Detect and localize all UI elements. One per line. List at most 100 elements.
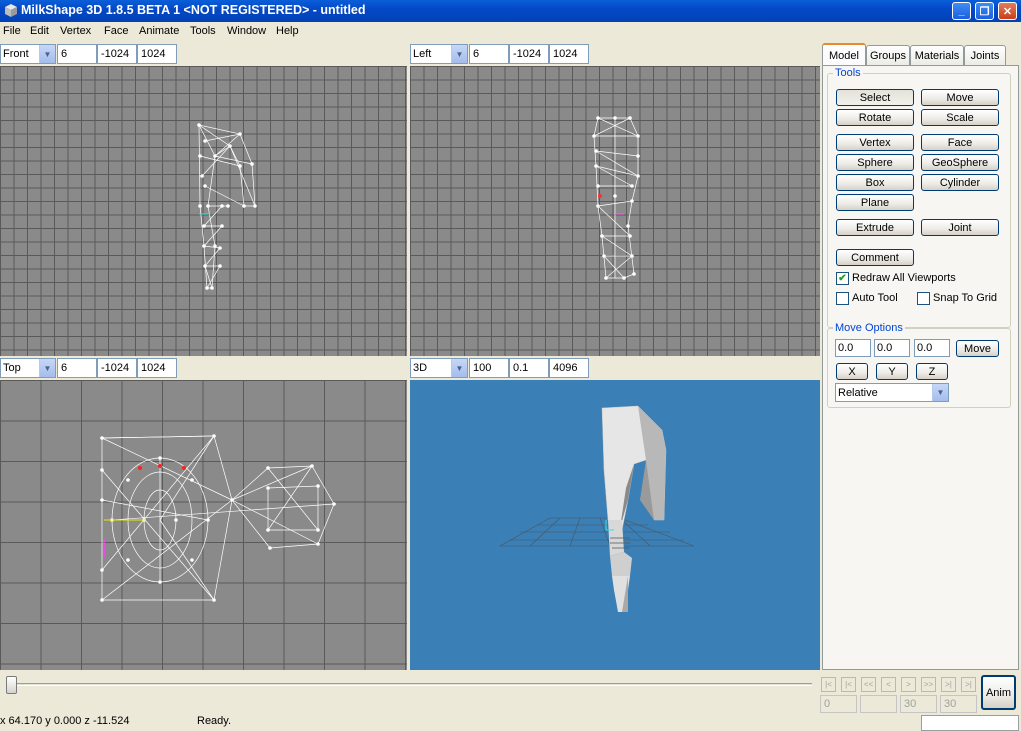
tab-joints[interactable]: Joints <box>964 45 1006 65</box>
axis-z-toggle[interactable]: Z <box>916 363 948 380</box>
timeline-track[interactable] <box>6 683 812 686</box>
checkmark-icon: ✔ <box>838 273 847 284</box>
menu-edit[interactable]: Edit <box>30 25 49 37</box>
milkshape-app-icon <box>5 4 17 17</box>
menu-window[interactable]: Window <box>227 25 266 37</box>
rotate-tool-button[interactable]: Rotate <box>836 109 914 126</box>
move-apply-button[interactable]: Move <box>956 340 999 357</box>
auto-tool-checkbox[interactable] <box>836 292 849 305</box>
move-options-label: Move Options <box>833 322 905 334</box>
top-min-field[interactable]: -1024 <box>97 358 137 378</box>
menu-tools[interactable]: Tools <box>190 25 216 37</box>
end-frame-field[interactable]: 30 <box>900 695 937 713</box>
left-viewport[interactable] <box>410 66 820 356</box>
left-view-select[interactable]: Left ▼ <box>410 44 468 64</box>
front-min-field[interactable]: -1024 <box>97 44 137 64</box>
scale-tool-button[interactable]: Scale <box>921 109 999 126</box>
sphere-tool-button[interactable]: Sphere <box>836 154 914 171</box>
chevron-down-icon: ▼ <box>39 45 55 63</box>
anim-mode-button[interactable]: Anim <box>981 675 1016 710</box>
move-z-field[interactable]: 0.0 <box>914 339 950 357</box>
vertex-tool-button[interactable]: Vertex <box>836 134 914 151</box>
fast-forward-button[interactable]: >> <box>921 677 936 692</box>
left-mesh-wireframe <box>592 116 640 280</box>
skip-end-icon: >| <box>965 680 972 689</box>
next-frame-button[interactable]: > <box>901 677 916 692</box>
top-mesh-wireframe <box>100 434 336 602</box>
3d-viewport[interactable] <box>410 380 820 670</box>
top-viewport[interactable] <box>0 380 407 670</box>
3d-view-value: 3D <box>413 362 428 374</box>
prev-key-icon: |< <box>845 680 852 689</box>
axis-y-toggle[interactable]: Y <box>876 363 908 380</box>
box-tool-button[interactable]: Box <box>836 174 914 191</box>
front-viewport[interactable] <box>0 66 407 356</box>
front-min-value: -1024 <box>101 48 130 60</box>
select-tool-button[interactable]: Select <box>836 89 914 106</box>
first-frame-button[interactable]: |< <box>821 677 836 692</box>
snap-to-grid-checkbox[interactable] <box>917 292 930 305</box>
move-tool-button[interactable]: Move <box>921 89 999 106</box>
3d-far-field[interactable]: 4096 <box>549 358 589 378</box>
top-view-value: Top <box>3 362 21 374</box>
redraw-all-checkbox[interactable]: ✔ <box>836 272 849 285</box>
menu-help[interactable]: Help <box>276 25 299 37</box>
prev-frame-button[interactable]: < <box>881 677 896 692</box>
geosphere-tool-button[interactable]: GeoSphere <box>921 154 999 171</box>
comment-tool-button[interactable]: Comment <box>836 249 914 266</box>
menu-animate[interactable]: Animate <box>139 25 179 37</box>
move-mode-select[interactable]: Relative ▼ <box>835 383 949 402</box>
front-max-field[interactable]: 1024 <box>137 44 177 64</box>
auto-tool-label: Auto Tool <box>852 292 898 304</box>
tab-materials[interactable]: Materials <box>910 45 964 65</box>
minimize-button[interactable]: _ <box>952 2 971 20</box>
top-grid-value: 6 <box>61 362 68 374</box>
last-frame-button[interactable]: >| <box>961 677 976 692</box>
3d-view-select[interactable]: 3D ▼ <box>410 358 468 378</box>
move-x-value: 0.0 <box>838 342 854 354</box>
close-button[interactable]: ✕ <box>998 2 1017 20</box>
menu-file[interactable]: File <box>3 25 21 37</box>
top-max-field[interactable]: 1024 <box>137 358 177 378</box>
move-x-field[interactable]: 0.0 <box>835 339 871 357</box>
front-mesh-wireframe <box>197 123 257 290</box>
front-view-select[interactable]: Front ▼ <box>0 44 56 64</box>
cylinder-tool-button[interactable]: Cylinder <box>921 174 999 191</box>
joint-tool-button[interactable]: Joint <box>921 219 999 236</box>
left-min-field[interactable]: -1024 <box>509 44 549 64</box>
timeline-slider-thumb[interactable] <box>6 676 17 694</box>
model-tab-page: Tools Select Move Rotate Scale Vertex Fa… <box>822 65 1019 670</box>
tab-model[interactable]: Model <box>822 43 866 66</box>
extrude-tool-button[interactable]: Extrude <box>836 219 914 236</box>
3d-near-field[interactable]: 0.1 <box>509 358 549 378</box>
plane-tool-button[interactable]: Plane <box>836 194 914 211</box>
menu-vertex[interactable]: Vertex <box>60 25 91 37</box>
start-frame-value: 0 <box>824 698 831 710</box>
top-view-select[interactable]: Top ▼ <box>0 358 56 378</box>
face-tool-button[interactable]: Face <box>921 134 999 151</box>
rewind-button[interactable]: << <box>861 677 876 692</box>
top-grid-field[interactable]: 6 <box>57 358 97 378</box>
chevron-down-icon: ▼ <box>932 384 948 401</box>
3d-fov-field[interactable]: 100 <box>469 358 509 378</box>
start-frame-field[interactable]: 0 <box>820 695 857 713</box>
prev-frame-icon: < <box>886 680 891 689</box>
front-viewport-toolbar: Front ▼ 6 -1024 1024 <box>0 42 408 66</box>
3d-model-render <box>498 405 695 612</box>
maximize-button[interactable]: ❐ <box>975 2 994 20</box>
move-y-field[interactable]: 0.0 <box>874 339 910 357</box>
left-max-field[interactable]: 1024 <box>549 44 589 64</box>
tab-groups[interactable]: Groups <box>866 45 910 65</box>
tools-group-label: Tools <box>833 67 863 79</box>
move-z-value: 0.0 <box>917 342 933 354</box>
current-frame-field[interactable] <box>860 695 897 713</box>
next-key-button[interactable]: >| <box>941 677 956 692</box>
axis-x-toggle[interactable]: X <box>836 363 868 380</box>
left-grid-field[interactable]: 6 <box>469 44 509 64</box>
total-frames-field[interactable]: 30 <box>940 695 977 713</box>
front-grid-field[interactable]: 6 <box>57 44 97 64</box>
status-bar: x 64.170 y 0.000 z -11.524 Ready. <box>0 714 1021 731</box>
menu-face[interactable]: Face <box>104 25 128 37</box>
title-bar: MilkShape 3D 1.8.5 BETA 1 <NOT REGISTERE… <box>0 0 1021 22</box>
prev-key-button[interactable]: |< <box>841 677 856 692</box>
